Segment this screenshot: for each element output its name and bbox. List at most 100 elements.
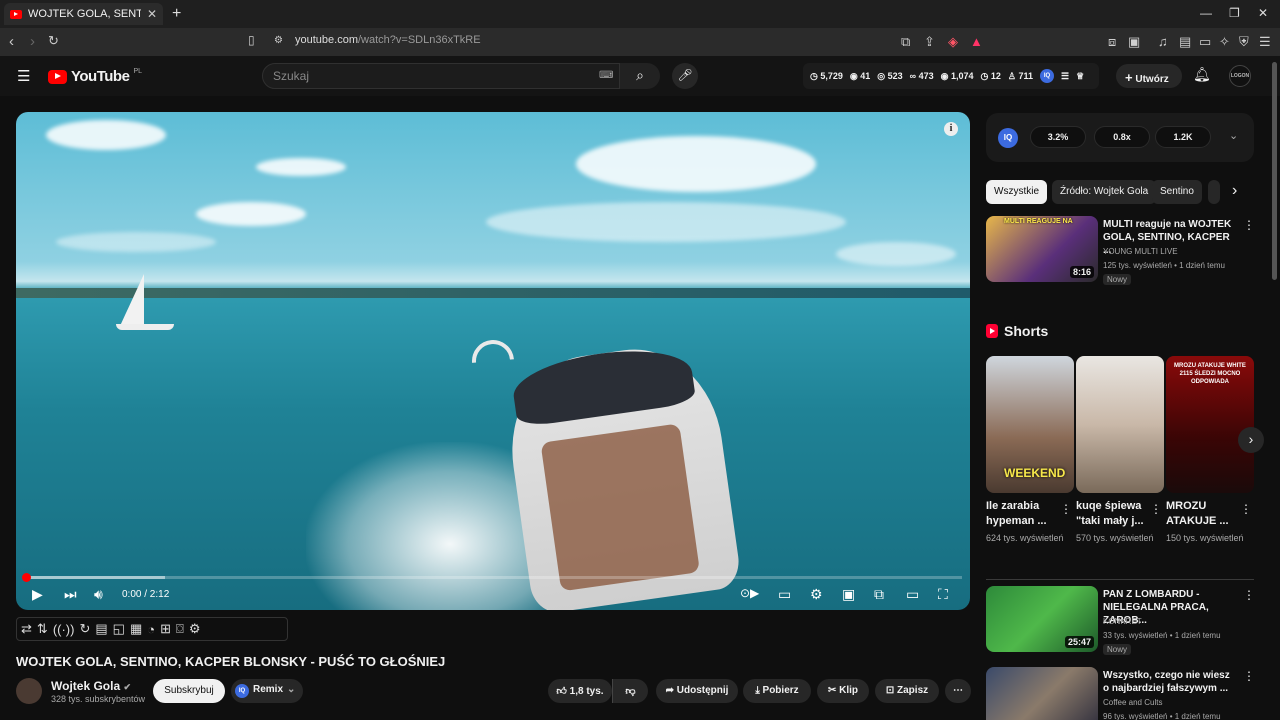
- more-vert-icon[interactable]: ⋮: [1243, 218, 1255, 232]
- extensions-icon[interactable]: ⧈: [1108, 34, 1116, 50]
- video-thumbnail[interactable]: 25:47: [986, 586, 1098, 652]
- create-button[interactable]: + Utwórz: [1116, 64, 1182, 88]
- recommendation-item[interactable]: 25:47 PAN Z LOMBARDU - NIELEGALNA PRACA,…: [986, 586, 1256, 656]
- browser-tab[interactable]: WOJTEK GOLA, SENTINO, KACPER BLONSKY - P…: [4, 3, 163, 25]
- short-item[interactable]: WEEKEND Ile zarabia hypeman ... 624 tys.…: [986, 356, 1074, 545]
- sort-icon[interactable]: ⇅: [37, 621, 48, 637]
- list-icon[interactable]: ☰: [1061, 71, 1069, 82]
- keyboard-icon[interactable]: ⌨: [599, 70, 613, 81]
- bookmark-icon[interactable]: ▯: [248, 33, 255, 47]
- youtube-logo[interactable]: YouTube PL: [48, 68, 142, 85]
- notifications-bell-icon[interactable]: 🔔︎: [1193, 66, 1211, 83]
- audio-only-icon[interactable]: ((·)): [53, 622, 75, 637]
- more-vert-icon[interactable]: ⋮: [1243, 588, 1255, 602]
- chip-sentino[interactable]: Sentino: [1152, 180, 1202, 204]
- download-button[interactable]: ⤓ Pobierz: [743, 679, 811, 703]
- hamburger-menu-icon[interactable]: ☰: [17, 67, 30, 85]
- short-thumbnail[interactable]: WEEKEND: [986, 356, 1074, 493]
- fullscreen-icon[interactable]: ⛶: [938, 586, 948, 603]
- new-tab-icon[interactable]: +: [172, 5, 181, 23]
- short-thumbnail[interactable]: MROZU ATAKUJE WHITE 2115 ŚLEDZI MOCNO OD…: [1166, 356, 1254, 493]
- more-vert-icon[interactable]: ⋮: [1060, 502, 1072, 516]
- loop-icon[interactable]: ⇄: [21, 621, 32, 637]
- chip-source[interactable]: Źródło: Wojtek Gola: [1052, 180, 1157, 204]
- theater-mode-icon[interactable]: ▭: [906, 586, 919, 603]
- screenshot-icon[interactable]: ▣: [1128, 34, 1140, 50]
- subtitles-icon[interactable]: ▭: [778, 586, 791, 603]
- search-input[interactable]: Szukaj ⌨: [262, 63, 620, 89]
- more-actions-button[interactable]: ⋯: [945, 679, 971, 703]
- ai-assistant-icon[interactable]: ✧: [1219, 34, 1230, 50]
- restore-icon[interactable]: ❐: [1229, 6, 1240, 20]
- music-icon[interactable]: ♫: [1158, 34, 1168, 49]
- close-tab-icon[interactable]: ✕: [147, 7, 157, 21]
- video-thumbnail[interactable]: MULTI REAGUJE NA 8:16: [986, 216, 1098, 282]
- forward-icon[interactable]: ›: [30, 33, 35, 50]
- back-icon[interactable]: ‹: [9, 33, 14, 50]
- minimize-icon[interactable]: —: [1200, 6, 1212, 20]
- shield-extension-icon[interactable]: ◈: [948, 34, 958, 50]
- recommendation-item[interactable]: MULTI REAGUJE NA 8:16 MULTI reaguje na W…: [986, 216, 1256, 286]
- volume-icon[interactable]: 🔊︎: [94, 586, 103, 603]
- picture-in-picture-icon[interactable]: ⧉: [874, 586, 884, 603]
- iq-metric-pill[interactable]: 1.2K: [1155, 126, 1211, 148]
- scrubber-handle[interactable]: [22, 573, 31, 582]
- channel-name[interactable]: Wojtek Gola ✔: [51, 679, 131, 693]
- cinema-icon[interactable]: ▤: [95, 621, 107, 637]
- short-thumbnail[interactable]: [1076, 356, 1164, 493]
- account-avatar[interactable]: LOGON: [1229, 65, 1251, 87]
- shorts-next-button[interactable]: ›: [1238, 427, 1264, 453]
- remix-button[interactable]: IQ Remix ⌄: [231, 679, 303, 703]
- site-info-icon[interactable]: ⚙: [274, 35, 283, 46]
- vpn-shield-icon[interactable]: ⛨: [1239, 34, 1249, 50]
- like-button[interactable]: 👍︎ 1,8 tys.: [548, 679, 612, 703]
- save-button[interactable]: ⊡ Zapisz: [875, 679, 939, 703]
- autoplay-toggle-icon[interactable]: ⊙▶: [740, 586, 759, 600]
- more-vert-icon[interactable]: ⋮: [1243, 669, 1255, 683]
- url-field[interactable]: youtube.com/watch?v=SDLn36xTkRE: [295, 34, 481, 46]
- chip-all[interactable]: Wszystkie: [986, 180, 1047, 204]
- channel-avatar[interactable]: [16, 678, 42, 704]
- progress-bar[interactable]: [22, 573, 962, 582]
- trophy-icon[interactable]: ♕: [1076, 71, 1084, 82]
- share-button[interactable]: ➦ Udostępnij: [656, 679, 738, 703]
- speed-icon[interactable]: ◔: [147, 622, 155, 637]
- voice-search-button[interactable]: 🎤︎: [672, 63, 698, 89]
- camera-icon[interactable]: ⌼: [176, 621, 184, 637]
- iq-extension-icon[interactable]: IQ: [1039, 69, 1054, 83]
- settings-gear-icon[interactable]: ⚙: [810, 586, 823, 603]
- video-thumbnail[interactable]: [986, 667, 1098, 720]
- share-page-icon[interactable]: ⇪: [924, 34, 935, 50]
- chip-more[interactable]: [1208, 180, 1220, 204]
- filmstrip-icon[interactable]: ▦: [130, 621, 142, 637]
- search-button[interactable]: ⌕: [620, 63, 660, 89]
- video-player[interactable]: i ▶ ⏭︎ 🔊︎ 0:00 / 2:12 ⊙▶ ▭ ⚙ ▣ ⧉ ▭ ⛶: [16, 112, 970, 610]
- subscribe-button[interactable]: Subskrybuj: [153, 679, 225, 703]
- next-icon[interactable]: ⏭︎: [64, 586, 77, 603]
- tools-settings-icon[interactable]: ⚙: [189, 621, 201, 637]
- iq-metric-pill[interactable]: 3.2%: [1030, 126, 1086, 148]
- more-vert-icon[interactable]: ⋮: [1150, 502, 1162, 516]
- page-scrollbar[interactable]: [1272, 62, 1277, 280]
- reload-icon[interactable]: ↻: [48, 33, 59, 49]
- iq-metric-pill[interactable]: 0.8x: [1094, 126, 1150, 148]
- dislike-button[interactable]: 👎︎: [612, 679, 648, 703]
- more-vert-icon[interactable]: ⋮: [1240, 502, 1252, 516]
- short-item[interactable]: kuqe śpiewa "taki mały j... 570 tys. wyś…: [1076, 356, 1164, 545]
- sidebar-icon[interactable]: ▤: [1179, 34, 1191, 50]
- miniplayer-icon[interactable]: ▣: [842, 586, 855, 603]
- add-frame-icon[interactable]: ⊞: [160, 621, 171, 637]
- menu-icon[interactable]: ☰: [1259, 34, 1271, 50]
- short-item[interactable]: MROZU ATAKUJE WHITE 2115 ŚLEDZI MOCNO OD…: [1166, 356, 1254, 545]
- rotate-icon[interactable]: ↻: [79, 621, 90, 637]
- clip-button[interactable]: ✂ Klip: [817, 679, 869, 703]
- wallet-icon[interactable]: ▭: [1199, 34, 1211, 50]
- open-in-app-icon[interactable]: ⧉: [901, 34, 910, 50]
- resize-icon[interactable]: ◱: [113, 621, 125, 637]
- info-icon[interactable]: i: [944, 122, 958, 136]
- chevron-down-icon[interactable]: ⌄: [1229, 129, 1238, 142]
- close-window-icon[interactable]: ✕: [1258, 6, 1268, 20]
- play-icon[interactable]: ▶: [32, 586, 43, 603]
- rewards-extension-icon[interactable]: ▲: [970, 34, 983, 49]
- chevron-right-icon[interactable]: ›: [1232, 182, 1237, 200]
